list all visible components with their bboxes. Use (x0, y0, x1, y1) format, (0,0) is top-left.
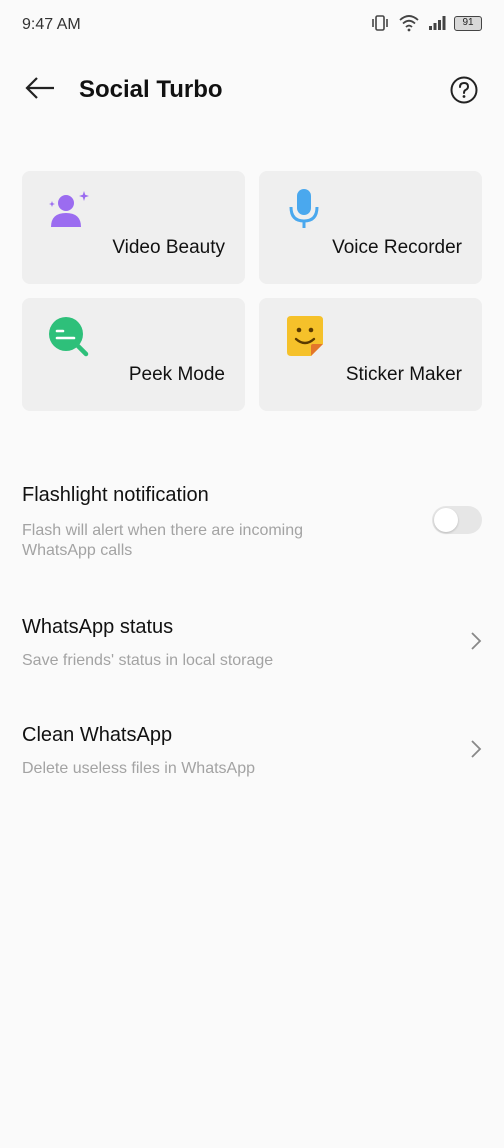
flashlight-title: Flashlight notification (22, 484, 209, 506)
help-button[interactable] (448, 74, 480, 106)
smiley-sticker-icon (283, 314, 327, 358)
whatsapp-status-title: WhatsApp status (22, 616, 174, 638)
clean-whatsapp-title: Clean WhatsApp (22, 724, 173, 746)
chevron-right-icon (468, 739, 484, 759)
toggle-knob (434, 508, 458, 532)
tile-sticker-maker[interactable]: Sticker Maker (259, 298, 482, 411)
wifi-icon (398, 14, 420, 32)
magnifier-icon (46, 314, 90, 358)
tile-label: Video Beauty (112, 237, 225, 258)
status-time: 9:47 AM (22, 16, 81, 33)
tile-label: Voice Recorder (332, 237, 462, 258)
status-icons: 91 (370, 14, 482, 32)
back-button[interactable] (20, 72, 60, 108)
whatsapp-status-subtitle: Save friends' status in local storage (22, 652, 274, 669)
whatsapp-status-row[interactable]: WhatsApp status Save friends' status in … (0, 612, 504, 676)
flashlight-notification-row: Flashlight notification Flash will alert… (0, 480, 504, 570)
tile-label: Sticker Maker (345, 364, 462, 385)
arrow-left-icon (24, 76, 56, 105)
chevron-right-icon (468, 631, 484, 651)
status-bar: 9:47 AM 91 (0, 0, 504, 50)
clean-whatsapp-subtitle: Delete useless files in WhatsApp (22, 760, 255, 777)
help-circle-icon (448, 76, 480, 110)
signal-icon (428, 15, 446, 31)
vibrate-icon (370, 14, 390, 32)
tile-voice-recorder[interactable]: Voice Recorder (259, 171, 482, 284)
flashlight-subtitle: Flash will alert when there are incoming… (22, 522, 304, 559)
tile-peek-mode[interactable]: Peek Mode (22, 298, 245, 411)
tile-label: Peek Mode (128, 364, 225, 385)
clean-whatsapp-row[interactable]: Clean WhatsApp Delete useless files in W… (0, 720, 504, 784)
battery-icon: 91 (454, 15, 482, 31)
microphone-icon (283, 187, 327, 231)
tile-video-beauty[interactable]: Video Beauty (22, 171, 245, 284)
page-title: Social Turbo (79, 76, 223, 103)
person-sparkle-icon (46, 187, 90, 231)
feature-tiles: Video Beauty Voice Recorder Peek Mode St… (22, 171, 482, 411)
app-bar: Social Turbo (0, 62, 504, 118)
flashlight-toggle[interactable] (432, 506, 482, 534)
